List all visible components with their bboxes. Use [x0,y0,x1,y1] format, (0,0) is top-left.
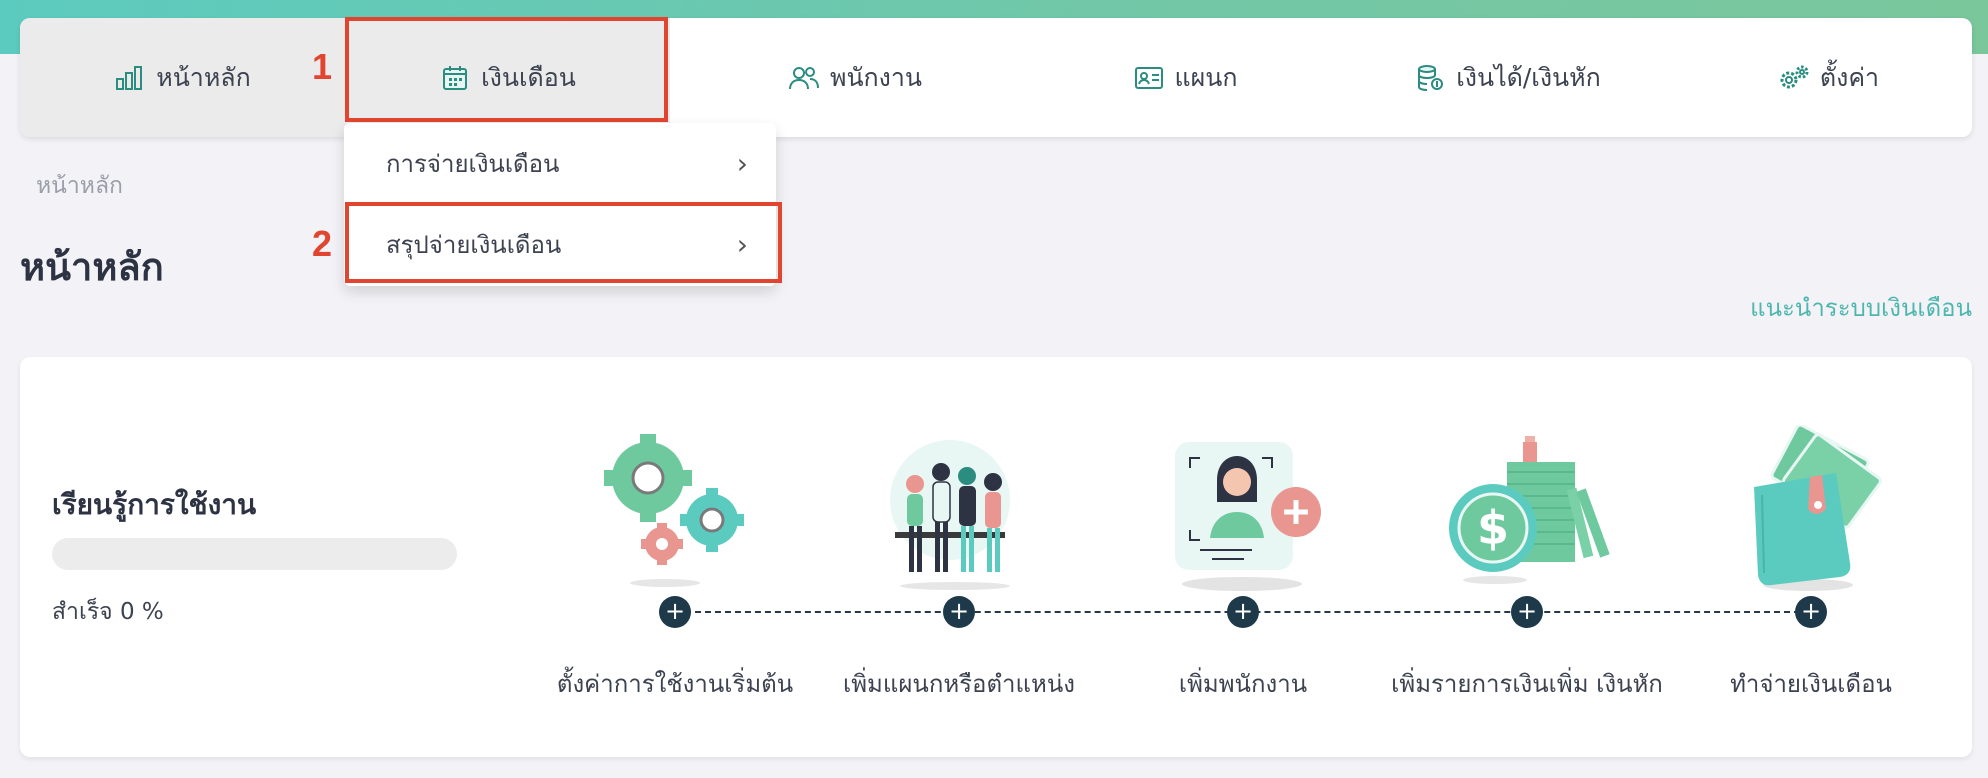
chevron-right-icon: › [736,147,748,180]
payroll-guide-link[interactable]: แนะนำระบบเงินเดือน [1750,288,1972,327]
step-4-add-button[interactable]: + [1511,596,1543,628]
wallet-illustration [1740,423,1890,599]
highlight-box-summary [345,202,782,283]
menu-item-payroll-payment[interactable]: การจ่ายเงินเดือน › [344,123,776,204]
nav-earnings-deductions[interactable]: เงินได้/เงินหัก [1330,18,1685,137]
gears-illustration [600,430,750,594]
nav-employees[interactable]: พนักงาน [670,18,1040,137]
breadcrumb[interactable]: หน้าหลัก [36,168,123,204]
nav-earnings-label: เงินได้/เงินหัก [1456,62,1601,92]
nav-employees-label: พนักงาน [829,62,923,92]
learning-title: เรียนรู้การใช้งาน [52,488,257,521]
page-title: หน้าหลัก [20,245,164,289]
step-3-label[interactable]: เพิ่มพนักงาน [1093,664,1393,703]
annotation-number-2: 2 [312,223,333,264]
users-icon [788,62,820,94]
add-employee-illustration [1172,430,1327,599]
nav-department[interactable]: แผนก [1040,18,1330,137]
step-2-add-button[interactable]: + [943,596,975,628]
annotation-number-1: 1 [312,46,333,87]
step-1-add-button[interactable]: + [659,596,691,628]
coins-icon [1414,62,1446,94]
id-card-icon [1133,62,1165,94]
svg-text:$: $ [1477,501,1509,555]
nav-settings-label: ตั้งค่า [1819,62,1880,92]
gears-icon [1778,62,1810,94]
learning-progress-bar [52,538,457,570]
step-5-add-button[interactable]: + [1795,596,1827,628]
step-4-label[interactable]: เพิ่มรายการเงินเพิ่ม เงินหัก [1377,664,1677,703]
step-2-label[interactable]: เพิ่มแผนกหรือตำแหน่ง [809,664,1109,703]
nav-department-label: แผนก [1174,62,1238,92]
nav-settings[interactable]: ตั้งค่า [1685,18,1972,137]
step-1-label[interactable]: ตั้งค่าการใช้งานเริ่มต้น [525,664,825,703]
menu-item-label: การจ่ายเงินเดือน [386,150,560,178]
nav-home[interactable]: หน้าหลัก [20,18,345,137]
team-illustration [875,432,1040,596]
step-5-label[interactable]: ทำจ่ายเงินเดือน [1661,664,1961,703]
nav-home-label: หน้าหลัก [156,62,251,92]
step-3-add-button[interactable]: + [1227,596,1259,628]
bar-chart-icon [114,62,146,94]
highlight-box-salary [345,17,668,122]
learning-progress-text: สำเร็จ 0 % [52,599,164,625]
coins-illustration: $ [1445,428,1620,592]
